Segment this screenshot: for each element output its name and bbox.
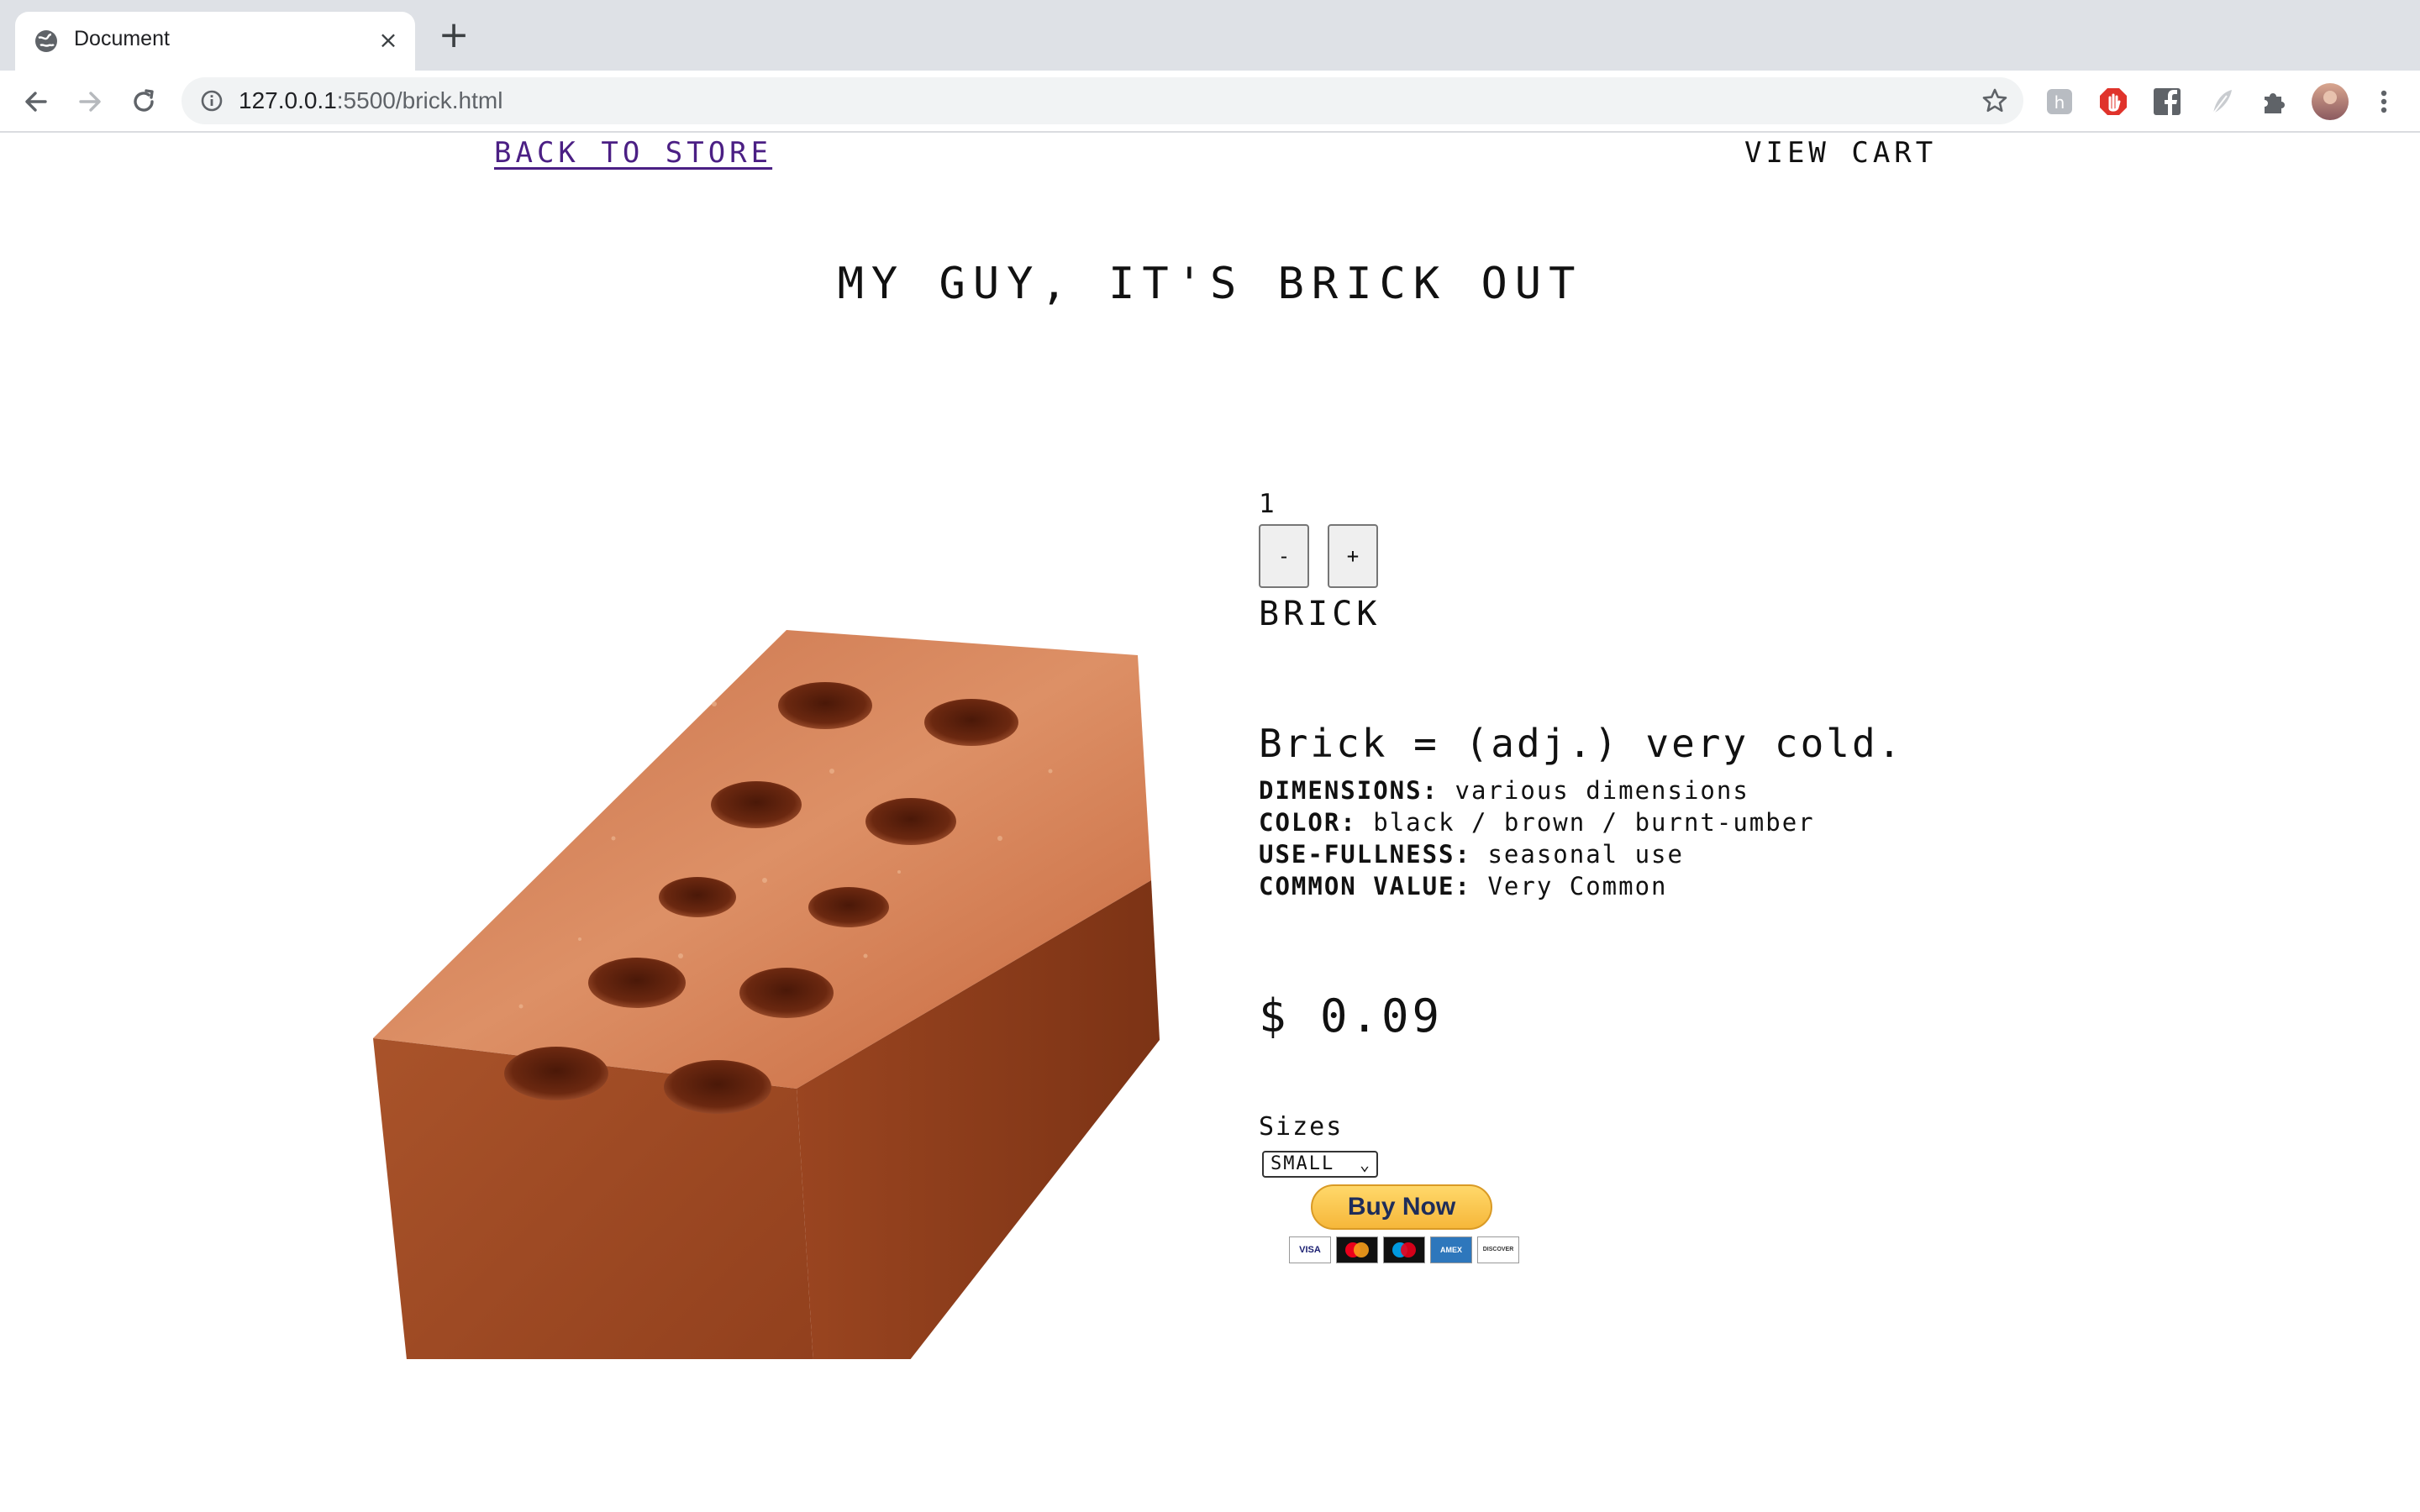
discover-card-icon: DISCOVER: [1477, 1236, 1519, 1263]
globe-icon: [35, 30, 57, 52]
amex-card-icon: AMEX: [1430, 1236, 1472, 1263]
chevron-down-icon: ⌄: [1359, 1154, 1371, 1174]
new-tab-button[interactable]: +: [435, 17, 472, 55]
visa-card-icon: VISA: [1289, 1236, 1331, 1263]
kebab-menu-icon[interactable]: [2368, 86, 2400, 118]
spec-usefulness: USE-FULLNESS: seasonal use: [1259, 840, 1684, 869]
product-price: $ 0.09: [1259, 990, 1444, 1042]
svg-text:h: h: [2054, 92, 2065, 113]
brick-product-image: [373, 630, 1160, 1359]
tab-title: Document: [74, 27, 170, 50]
decrement-button[interactable]: -: [1259, 524, 1309, 588]
reload-icon[interactable]: [128, 86, 160, 118]
spec-color: COLOR: black / brown / burnt-umber: [1259, 808, 1815, 837]
profile-avatar[interactable]: [2311, 82, 2349, 121]
product-name: BRICK: [1259, 595, 1381, 633]
site-info-icon[interactable]: [200, 89, 224, 113]
browser-tab[interactable]: Document ×: [15, 12, 415, 71]
feather-icon[interactable]: [2205, 86, 2237, 118]
page-content: BACK TO STORE VIEW CART MY GUY, IT'S BRI…: [0, 133, 2420, 1512]
mastercard-icon: [1336, 1236, 1378, 1263]
browser-toolbar: 127.0.0.1:5500/brick.html h: [0, 71, 2420, 133]
quantity-value: 1: [1259, 489, 1275, 519]
url-text: 127.0.0.1:5500/brick.html: [239, 87, 503, 113]
paypal-buy-now-button[interactable]: Buy Now: [1311, 1184, 1492, 1230]
puzzle-extensions-icon[interactable]: [2259, 86, 2291, 118]
view-cart-link[interactable]: VIEW CART: [1744, 136, 1937, 170]
honey-icon[interactable]: h: [2044, 86, 2075, 118]
forward-arrow-icon[interactable]: [74, 86, 106, 118]
maestro-card-icon: [1383, 1236, 1425, 1263]
page-headline: MY GUY, IT'S BRICK OUT: [837, 259, 1583, 309]
sizes-label: Sizes: [1259, 1112, 1344, 1142]
adblock-icon[interactable]: [2097, 86, 2129, 118]
browser-tab-strip: Document × +: [0, 0, 2420, 71]
increment-button[interactable]: +: [1328, 524, 1378, 588]
facebook-icon[interactable]: [2151, 86, 2183, 118]
back-to-store-link[interactable]: BACK TO STORE: [494, 136, 772, 170]
close-tab-icon[interactable]: ×: [373, 25, 403, 55]
address-bar[interactable]: 127.0.0.1:5500/brick.html: [182, 77, 2023, 124]
size-selected-value: SMALL: [1270, 1153, 1335, 1174]
spec-dimensions: DIMENSIONS: various dimensions: [1259, 776, 1749, 805]
product-tagline: Brick = (adj.) very cold.: [1259, 721, 1904, 766]
bookmark-star-icon[interactable]: [1981, 87, 2008, 114]
back-arrow-icon[interactable]: [20, 86, 52, 118]
size-select[interactable]: SMALL ⌄: [1262, 1151, 1378, 1178]
spec-common-value: COMMON VALUE: Very Common: [1259, 872, 1668, 900]
